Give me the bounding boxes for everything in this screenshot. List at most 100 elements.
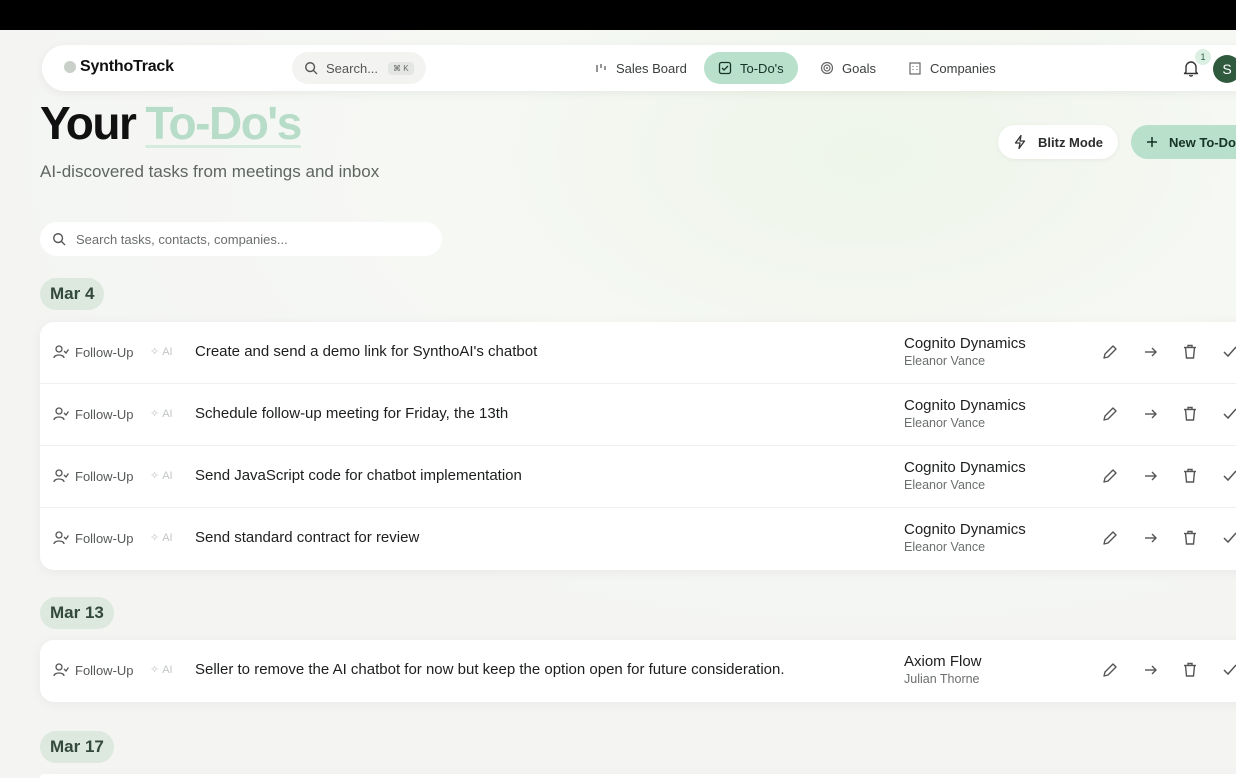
check-icon[interactable] (1220, 342, 1236, 362)
search-icon (53, 233, 66, 246)
blitz-mode-button[interactable]: Blitz Mode (998, 125, 1118, 159)
task-row[interactable]: Follow-Up ✧ AI Seller to remove the AI ch… (40, 640, 1236, 702)
task-type-label: Follow-Up (75, 468, 134, 484)
task-type-label: Follow-Up (75, 406, 134, 422)
date-group-label: Mar 13 (40, 597, 114, 629)
task-search-placeholder: Search tasks, contacts, companies... (76, 231, 288, 247)
check-icon[interactable] (1220, 528, 1236, 548)
avatar[interactable]: S (1213, 55, 1236, 83)
task-contact[interactable]: Eleanor Vance (904, 478, 985, 492)
nav-sales-board[interactable]: Sales Board (580, 52, 701, 84)
task-contact[interactable]: Julian Thorne (904, 672, 980, 686)
task-title: Create and send a demo link for SynthoAI… (195, 343, 538, 360)
blitz-mode-label: Blitz Mode (1038, 134, 1103, 150)
sparkle-icon: ✧ (150, 532, 160, 544)
pencil-icon[interactable] (1100, 466, 1120, 486)
task-type-label: Follow-Up (75, 530, 134, 546)
search-icon (305, 62, 318, 75)
nav-companies[interactable]: Companies (894, 52, 1010, 84)
global-search-placeholder: Search... (326, 60, 379, 76)
nav-goals-label: Goals (842, 60, 876, 76)
ai-tag: ✧ AI (150, 663, 173, 677)
task-contact[interactable]: Eleanor Vance (904, 540, 985, 554)
sparkle-icon: ✧ (150, 470, 160, 482)
task-contact[interactable]: Eleanor Vance (904, 416, 985, 430)
nav-todos[interactable]: To-Do's (704, 52, 798, 84)
task-row[interactable]: Follow-Up ✧ AI Schedule follow-up meeting… (40, 384, 1236, 446)
page-title-highlight: To-Do's (145, 97, 302, 149)
building-icon (909, 62, 921, 75)
app-name: SynthoTrack (80, 58, 174, 75)
task-type-label: Follow-Up (75, 344, 134, 360)
trash-icon[interactable] (1180, 466, 1200, 486)
ai-tag: ✧ AI (150, 407, 173, 421)
task-type: Follow-Up (53, 662, 134, 678)
arrow-right-icon[interactable] (1141, 342, 1161, 362)
ai-tag-label: AI (162, 345, 173, 358)
pencil-icon[interactable] (1100, 342, 1120, 362)
window-top-bar (0, 0, 1236, 30)
ai-tag: ✧ AI (150, 531, 173, 545)
task-search-input[interactable]: Search tasks, contacts, companies... (40, 222, 442, 256)
arrow-right-icon[interactable] (1141, 660, 1161, 680)
trash-icon[interactable] (1180, 660, 1200, 680)
task-type: Follow-Up (53, 468, 134, 484)
pencil-icon[interactable] (1100, 660, 1120, 680)
task-type: Follow-Up (53, 530, 134, 546)
logo[interactable]: SynthoTrack (64, 58, 174, 76)
check-icon[interactable] (1220, 466, 1236, 486)
ai-tag-label: AI (162, 663, 173, 676)
task-title: Schedule follow-up meeting for Friday, t… (195, 405, 509, 422)
sparkle-icon: ✧ (150, 664, 160, 676)
pencil-icon[interactable] (1100, 404, 1120, 424)
nav-companies-label: Companies (930, 60, 996, 76)
trash-icon[interactable] (1180, 404, 1200, 424)
task-company[interactable]: Cognito Dynamics (904, 335, 1026, 352)
task-company[interactable]: Axiom Flow (904, 653, 982, 670)
checkbox-icon (718, 61, 732, 75)
new-todo-label: New To-Do (1169, 134, 1236, 150)
task-type-label: Follow-Up (75, 662, 134, 678)
ai-tag-label: AI (162, 531, 173, 544)
check-icon[interactable] (1220, 404, 1236, 424)
task-contact[interactable]: Eleanor Vance (904, 354, 985, 368)
new-todo-button[interactable]: New To-Do (1131, 125, 1236, 159)
nav-sales-board-label: Sales Board (616, 60, 687, 76)
sparkle-icon: ✧ (150, 408, 160, 420)
task-group-card: Follow-Up ✧ AI Seller to remove the AI ch… (40, 640, 1236, 702)
task-group-card: Follow-Up ✧ AI Create and send a demo lin… (40, 322, 1236, 570)
global-search[interactable]: Search... ⌘ K (292, 52, 426, 84)
target-icon (820, 61, 834, 75)
task-row[interactable]: Follow-Up ✧ AI Create and send a demo lin… (40, 322, 1236, 384)
sparkle-icon: ✧ (150, 346, 160, 358)
check-icon[interactable] (1220, 660, 1236, 680)
nav-todos-label: To-Do's (740, 60, 784, 76)
logo-mark-icon (64, 61, 76, 73)
page-subtitle: AI-discovered tasks from meetings and in… (40, 162, 380, 181)
pencil-icon[interactable] (1100, 528, 1120, 548)
date-group-label: Mar 17 (40, 731, 114, 763)
arrow-right-icon[interactable] (1141, 466, 1161, 486)
task-title: Send JavaScript code for chatbot impleme… (195, 467, 522, 484)
trash-icon[interactable] (1180, 528, 1200, 548)
task-row[interactable]: Follow-Up ✧ AI Send standard contract for… (40, 508, 1236, 570)
user-follow-icon (53, 663, 69, 677)
nav-goals[interactable]: Goals (806, 52, 890, 84)
task-company[interactable]: Cognito Dynamics (904, 459, 1026, 476)
task-title: Seller to remove the AI chatbot for now … (195, 661, 785, 678)
task-company[interactable]: Cognito Dynamics (904, 521, 1026, 538)
bar-chart-icon (596, 64, 606, 72)
top-navigation: SynthoTrack Search... ⌘ K Sales Board To… (42, 45, 1236, 91)
task-type: Follow-Up (53, 406, 134, 422)
arrow-right-icon[interactable] (1141, 404, 1161, 424)
ai-tag: ✧ AI (150, 469, 173, 483)
search-shortcut-hint: ⌘ K (388, 61, 414, 75)
arrow-right-icon[interactable] (1141, 528, 1161, 548)
page-title-prefix: Your (40, 97, 137, 149)
user-follow-icon (53, 469, 69, 483)
task-group-card (40, 774, 1236, 778)
trash-icon[interactable] (1180, 342, 1200, 362)
task-title: Send standard contract for review (195, 529, 420, 546)
task-company[interactable]: Cognito Dynamics (904, 397, 1026, 414)
task-row[interactable]: Follow-Up ✧ AI Send JavaScript code for c… (40, 446, 1236, 508)
